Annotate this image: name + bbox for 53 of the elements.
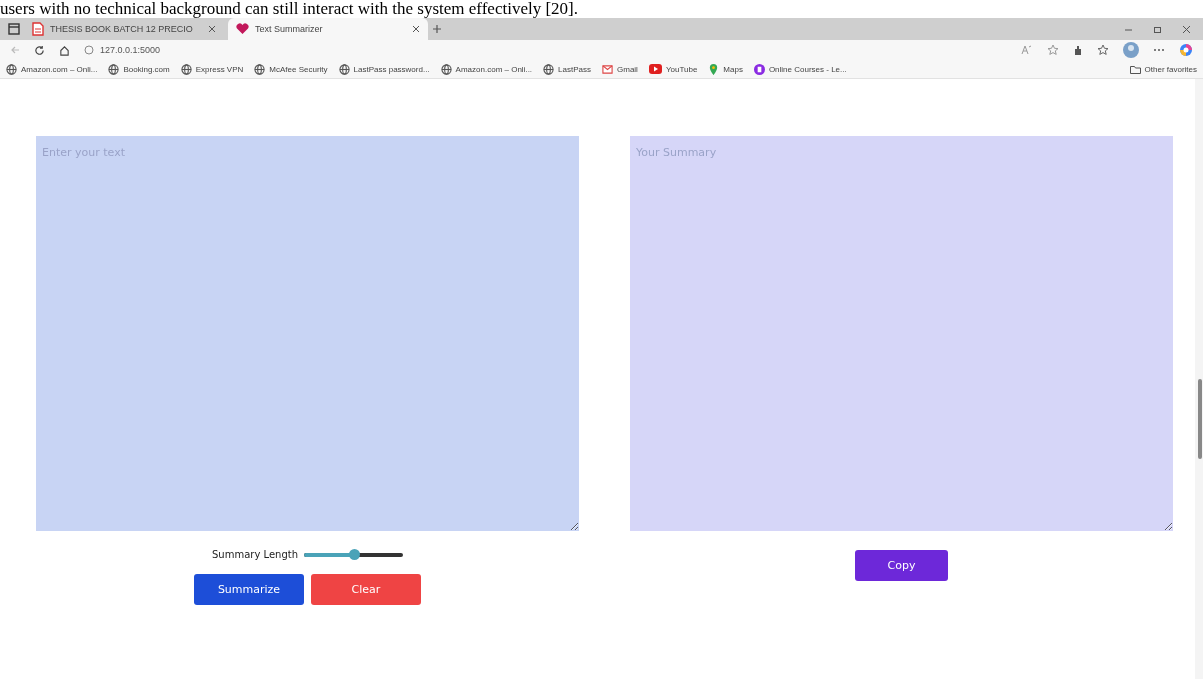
clear-button[interactable]: Clear: [311, 574, 421, 605]
globe-icon: [440, 63, 452, 75]
globe-icon: [254, 63, 266, 75]
bookmark-item[interactable]: Online Courses - Le...: [753, 63, 847, 75]
profile-icon[interactable]: [1123, 42, 1139, 58]
bookmark-item[interactable]: Gmail: [602, 63, 638, 75]
bookmark-item[interactable]: Amazon.com – Onli...: [6, 63, 98, 75]
bookmark-item[interactable]: McAfee Security: [254, 63, 328, 75]
folder-icon: [1129, 64, 1141, 74]
bookmark-item[interactable]: LastPass password...: [338, 63, 430, 75]
pdf-icon: [32, 22, 44, 36]
mail-icon: [602, 63, 613, 75]
heart-icon: [236, 23, 249, 35]
course-icon: [753, 63, 765, 75]
home-icon[interactable]: [59, 44, 70, 56]
read-aloud-icon[interactable]: [1021, 45, 1033, 55]
bookmark-item[interactable]: Express VPN: [180, 63, 244, 75]
summary-output[interactable]: Your Summary: [630, 136, 1173, 531]
document-text: users with no technical background can still interact with the system effectively [20].: [0, 0, 578, 18]
globe-icon: [180, 63, 192, 75]
globe-icon: [108, 63, 120, 75]
address-field[interactable]: 127.0.0.1:5000: [100, 45, 161, 55]
close-icon[interactable]: [1182, 24, 1191, 34]
browser-tab[interactable]: Text Summarizer: [228, 18, 428, 40]
length-slider[interactable]: [304, 552, 403, 557]
close-tab-icon[interactable]: [412, 25, 420, 33]
more-icon[interactable]: [1153, 48, 1165, 52]
bookmark-item[interactable]: YouTube: [648, 63, 698, 75]
play-icon: [648, 64, 662, 74]
bookmark-item[interactable]: Booking.com: [108, 63, 170, 75]
tab-actions-icon[interactable]: [8, 23, 20, 35]
bookmark-item[interactable]: LastPass: [543, 63, 591, 75]
scrollbar[interactable]: [1195, 79, 1203, 679]
bookmark-item[interactable]: Maps: [708, 63, 743, 75]
summarize-button[interactable]: Summarize: [194, 574, 304, 605]
browser-tab[interactable]: THESIS BOOK BATCH 12 PRECIO: [24, 18, 224, 40]
copilot-icon[interactable]: [1179, 43, 1193, 57]
copy-button[interactable]: Copy: [855, 550, 948, 581]
star-icon[interactable]: [1047, 44, 1059, 56]
bookmark-item[interactable]: Other favorites: [1129, 64, 1197, 74]
close-tab-icon[interactable]: [208, 25, 216, 33]
info-icon: [84, 45, 94, 55]
map-pin-icon: [708, 63, 720, 75]
globe-icon: [543, 63, 555, 75]
restore-icon[interactable]: [1153, 24, 1162, 34]
favorites-icon[interactable]: [1097, 44, 1109, 56]
bookmark-item[interactable]: Amazon.com – Onli...: [440, 63, 533, 75]
extensions-icon[interactable]: [1073, 44, 1083, 56]
globe-icon: [338, 63, 350, 75]
slider-label: Summary Length: [212, 549, 298, 560]
new-tab-icon[interactable]: [432, 24, 442, 34]
globe-icon: [6, 63, 17, 75]
reload-icon[interactable]: [34, 44, 45, 56]
